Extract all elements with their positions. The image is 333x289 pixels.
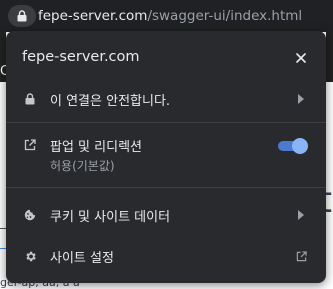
lock-icon <box>22 91 38 107</box>
divider <box>6 187 326 188</box>
connection-secure-row[interactable]: 이 연결은 안전합니다. <box>6 87 326 111</box>
popup-redirect-toggle[interactable] <box>276 138 308 154</box>
close-icon <box>296 53 306 63</box>
cookie-icon <box>22 207 38 223</box>
cookies-label: 쿠키 및 사이트 데이터 <box>50 210 171 225</box>
url-path: /swagger-ui/index.html <box>147 8 303 24</box>
divider <box>6 122 326 123</box>
connection-label: 이 연결은 안전합니다. <box>50 94 171 109</box>
site-info-popup: fepe-server.com 이 연결은 안전합니다. 팝업 및 리디렉션 허… <box>6 31 326 283</box>
popup-redirect-label: 팝업 및 리디렉션 <box>50 140 142 155</box>
open-in-new-icon <box>294 249 308 263</box>
open-in-new-icon <box>22 137 38 153</box>
url-host: fepe-server.com <box>38 8 148 24</box>
popup-title: fepe-server.com <box>22 49 140 65</box>
close-button[interactable] <box>290 47 312 69</box>
site-info-button[interactable] <box>8 5 36 27</box>
lock-icon <box>17 10 27 22</box>
site-settings-label: 사이트 설정 <box>50 251 114 266</box>
page-header-strip-right <box>326 32 333 82</box>
cookies-row[interactable]: 쿠키 및 사이트 데이터 <box>6 203 326 227</box>
browser-toolbar: fepe-server.com/swagger-ui/index.html <box>0 0 333 32</box>
toggle-knob <box>292 138 308 154</box>
gear-icon <box>22 248 38 264</box>
address-bar[interactable]: fepe-server.com/swagger-ui/index.html <box>38 6 302 26</box>
popup-redirect-status: 허용(기본값) <box>50 159 115 173</box>
chevron-right-icon <box>296 209 306 221</box>
chevron-right-icon <box>296 93 306 105</box>
site-settings-row[interactable]: 사이트 설정 <box>6 244 326 268</box>
